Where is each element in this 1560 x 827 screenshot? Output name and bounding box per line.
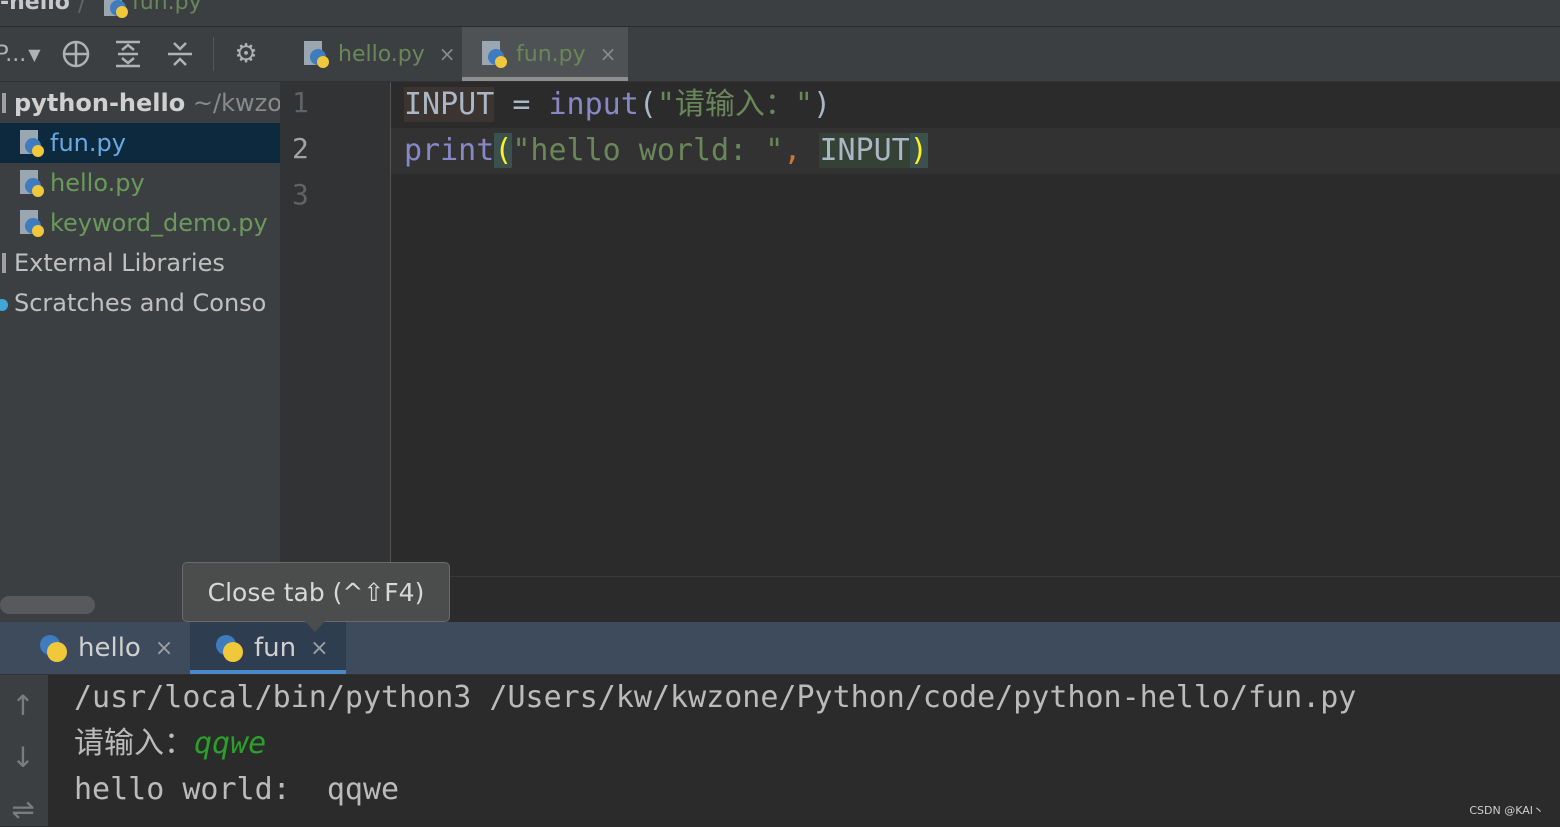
code-token-variable: INPUT	[819, 133, 910, 168]
gear-icon[interactable]: ⚙	[230, 39, 262, 69]
line-number: 1	[292, 86, 309, 119]
python-file-icon	[482, 41, 507, 68]
tooltip-pointer	[304, 620, 326, 632]
tree-root-name: python-hello	[14, 89, 186, 117]
editor-status-area	[280, 576, 1560, 623]
code-token-variable: INPUT	[404, 87, 495, 122]
tree-file-label: keyword_demo.py	[50, 209, 268, 237]
project-tree: python-hello ~/kwzo fun.py hello.py keyw…	[0, 82, 280, 622]
folder-icon	[2, 93, 6, 113]
close-icon[interactable]: ×	[439, 42, 456, 66]
code-token-paren-matched: (	[494, 133, 513, 168]
expand-all-glyph	[116, 40, 140, 68]
breadcrumb-project[interactable]: -hello	[0, 0, 70, 15]
console-command-line: /usr/local/bin/python3 /Users/kw/kwzone/…	[74, 680, 1357, 715]
line-number: 2	[292, 132, 309, 165]
code-token-string: "请输入："	[656, 87, 813, 122]
run-tab-label: hello	[78, 633, 141, 663]
tree-external-libraries[interactable]: External Libraries	[0, 243, 280, 283]
chevron-down-icon: ▼	[28, 44, 41, 64]
code-token-comma: ,	[783, 133, 802, 168]
python-icon	[40, 635, 67, 662]
code-token-paren: (	[638, 87, 657, 122]
arrow-up-icon[interactable]: ↑	[6, 689, 40, 723]
code-token-operator: =	[494, 87, 549, 122]
editor-tab-bar: hello.py × fun.py ×	[280, 27, 1560, 82]
tree-horizontal-scrollbar[interactable]	[0, 596, 95, 614]
console-prompt-line: 请输入：qqwe	[74, 721, 266, 767]
navigation-bar: -hello / fun.py	[0, 0, 1560, 27]
code-line-1: INPUT = input("请输入：")	[404, 82, 831, 128]
tree-root-path: ~/kwzo	[192, 89, 280, 117]
breadcrumb-separator: /	[78, 0, 86, 17]
tab-label: fun.py	[516, 41, 586, 67]
soft-wrap-icon[interactable]: ⇌	[6, 793, 40, 827]
console-prompt: 请输入：	[74, 726, 194, 761]
code-token-paren: )	[813, 87, 832, 122]
tab-label: hello.py	[338, 41, 425, 67]
close-icon[interactable]: ×	[155, 636, 173, 661]
tree-file-keyword-demo[interactable]: keyword_demo.py	[0, 203, 280, 243]
tree-item-label: Scratches and Conso	[14, 289, 267, 317]
code-token-function: input	[548, 87, 639, 122]
code-editor[interactable]: INPUT = input("请输入：") print("hello world…	[391, 82, 1560, 576]
console-output-line: hello world: qqwe	[74, 772, 400, 807]
expand-all-icon[interactable]	[112, 39, 144, 69]
tab-fun-py[interactable]: fun.py ×	[462, 27, 628, 81]
run-tab-label: fun	[254, 633, 297, 663]
run-side-toolbar: ↑ ↓ ⇌	[0, 675, 48, 826]
python-file-icon	[304, 41, 329, 68]
tree-root-text: python-hello ~/kwzo	[14, 83, 280, 123]
python-file-icon	[20, 210, 44, 237]
collapse-all-glyph	[168, 42, 192, 66]
project-view-dropdown[interactable]: P... ▼	[0, 39, 42, 69]
python-icon	[216, 635, 243, 662]
python-file-icon	[20, 130, 44, 157]
close-icon[interactable]: ×	[600, 42, 617, 66]
arrow-down-icon[interactable]: ↓	[6, 741, 40, 775]
project-toolbar: P... ▼ ⚙	[0, 27, 280, 82]
project-view-label: P...	[0, 41, 27, 67]
close-tab-tooltip: Close tab (^⇧F4)	[182, 562, 450, 622]
breadcrumb-file[interactable]: fun.py	[132, 0, 202, 15]
python-file-icon	[20, 170, 44, 197]
toolbar-divider	[213, 37, 214, 71]
collapse-all-icon[interactable]	[164, 39, 196, 69]
tree-root[interactable]: python-hello ~/kwzo	[0, 83, 280, 123]
line-number: 3	[292, 178, 309, 211]
line-number-gutter: 1 2 3	[280, 82, 391, 576]
tree-scratches[interactable]: Scratches and Conso	[0, 283, 280, 323]
code-token-paren-matched: )	[909, 133, 928, 168]
code-token-function: print	[404, 133, 495, 168]
tree-file-label: hello.py	[50, 169, 145, 197]
tree-file-hello[interactable]: hello.py	[0, 163, 280, 203]
close-icon[interactable]: ×	[310, 636, 328, 661]
tab-hello-py[interactable]: hello.py ×	[302, 27, 462, 81]
run-tab-hello[interactable]: hello ×	[30, 622, 180, 674]
run-console[interactable]: /usr/local/bin/python3 /Users/kw/kwzone/…	[48, 675, 1560, 826]
tree-file-label: fun.py	[50, 129, 126, 157]
tree-item-label: External Libraries	[14, 249, 225, 277]
python-file-icon	[104, 0, 128, 18]
crosshair-icon	[62, 40, 90, 68]
code-token-string: "hello world: "	[512, 133, 784, 168]
code-line-2: print("hello world: ", INPUT)	[404, 128, 928, 174]
library-icon	[2, 253, 6, 273]
console-user-input: qqwe	[194, 726, 267, 761]
locate-icon[interactable]	[60, 39, 92, 69]
tree-file-fun[interactable]: fun.py	[0, 123, 280, 163]
run-tab-bar: hello × fun ×	[0, 622, 1560, 675]
scratches-icon	[0, 299, 8, 311]
watermark: CSDN @KAI丶	[1469, 804, 1544, 817]
